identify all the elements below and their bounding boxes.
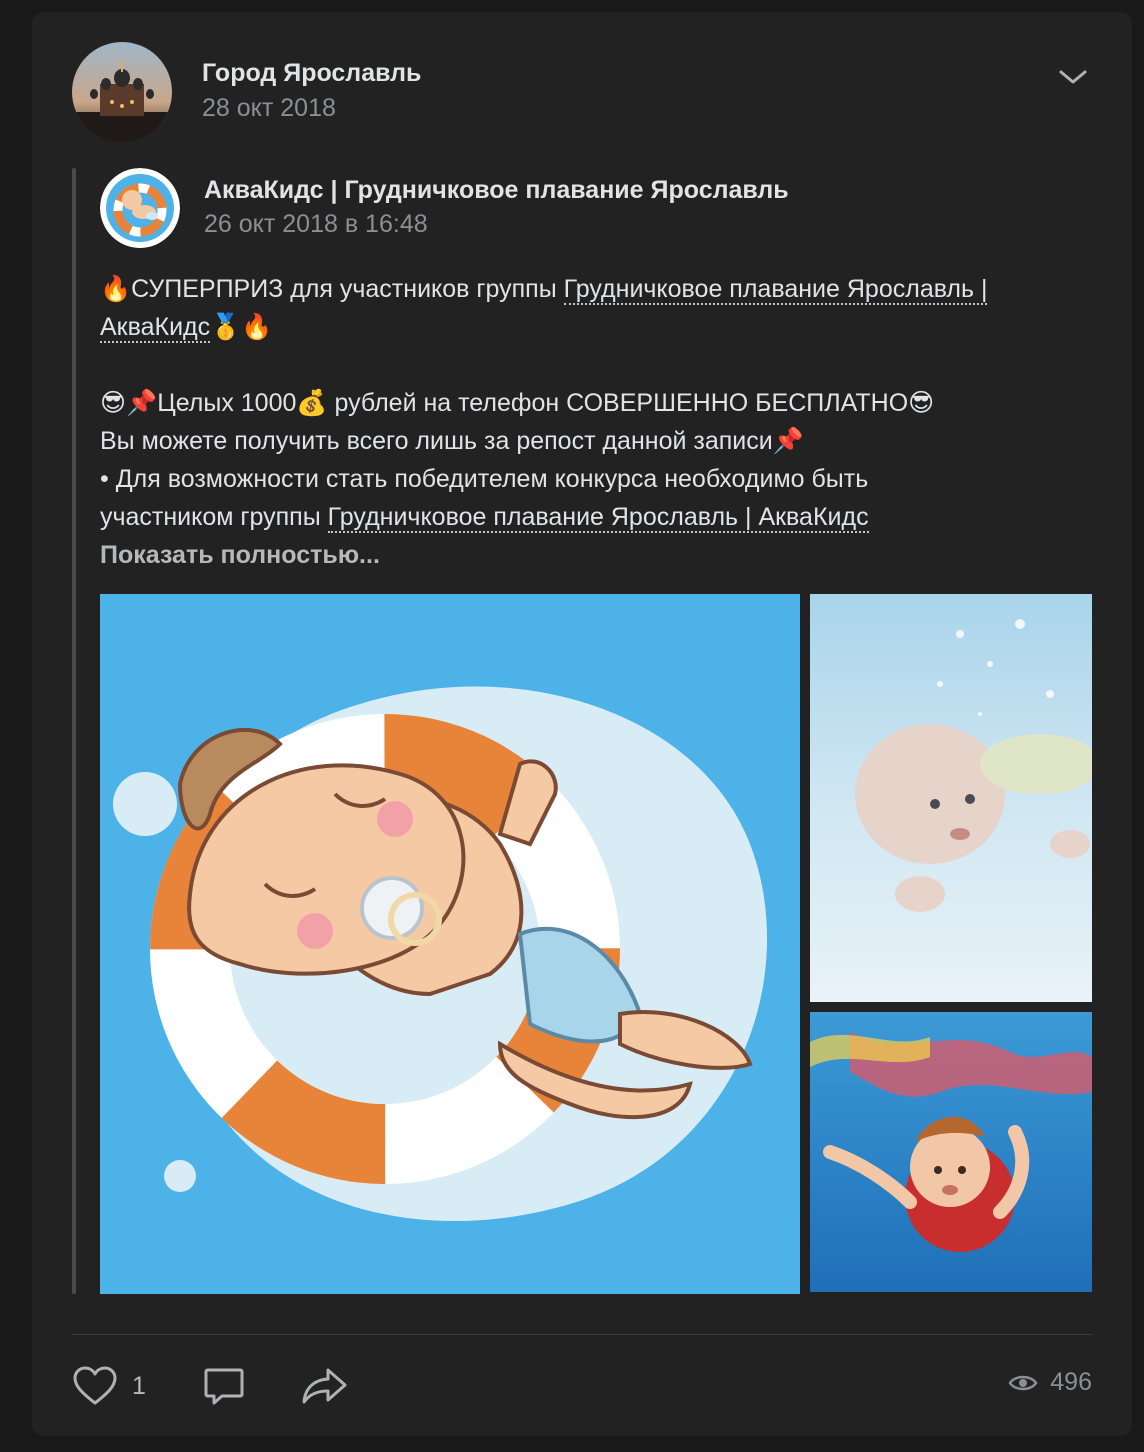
comment-button[interactable] (202, 1364, 246, 1408)
text-line: участником группы Грудничковое плавание … (100, 498, 1100, 536)
text-line: Вы можете получить всего лишь за репост … (100, 422, 1100, 460)
repost-indicator-bar (72, 168, 76, 1294)
group-link[interactable]: Грудничковое плавание Ярославль | (563, 275, 988, 305)
text-line: • Для возможности стать победителем конк… (100, 465, 869, 493)
author-name[interactable]: Город Ярославль (202, 59, 421, 88)
views-counter: 496 (1008, 1368, 1092, 1397)
author-avatar[interactable] (72, 42, 172, 142)
post-text: 🔥СУПЕРПРИЗ для участников группы Груднич… (100, 270, 1100, 574)
medal-emoji-icon: 🥇 (210, 313, 242, 341)
sunglasses-emoji-icon: 😎 (908, 389, 935, 417)
like-count: 1 (132, 1371, 146, 1400)
fire-emoji-icon: 🔥 (100, 275, 132, 303)
sunglasses-emoji-icon: 😎 (100, 389, 127, 417)
text-line: АкваКидс🥇 🔥 (100, 308, 1100, 346)
share-icon (302, 1368, 347, 1404)
share-button[interactable] (300, 1364, 350, 1408)
text-fragment: Вы можете получить всего лишь за репост … (100, 427, 773, 455)
cathedral-image (72, 42, 172, 142)
text-fragment: участником группы (100, 503, 328, 531)
repost-date[interactable]: 26 окт 2018 в 16:48 (204, 210, 428, 239)
post-photo-main[interactable] (100, 594, 800, 1294)
fire-emoji-icon: 🔥 (241, 313, 273, 341)
group-link[interactable]: Грудничковое плавание Ярославль | АкваКи… (327, 503, 869, 533)
like-button[interactable]: 1 (72, 1364, 146, 1408)
repost-avatar[interactable] (100, 168, 180, 248)
footer-divider (72, 1334, 1092, 1335)
show-more-link[interactable]: Показать полностью... (100, 536, 1100, 574)
text-fragment: рублей на телефон СОВЕРШЕННО БЕСПЛАТНО (327, 389, 909, 417)
pushpin-emoji-icon: 📌 (772, 427, 804, 455)
text-line: 😎 📌Целых 1000💰 рублей на телефон СОВЕРШЕ… (100, 384, 1100, 422)
text-fragment: Целых 1000 (157, 389, 297, 417)
comment-icon (204, 1368, 244, 1405)
eye-icon (1008, 1375, 1038, 1390)
post-photo-underwater-2[interactable] (810, 1012, 1092, 1292)
post-photo-underwater-1[interactable] (810, 594, 1092, 1002)
aquakids-logo-image (100, 168, 180, 248)
text-fragment: СУПЕРПРИЗ для участников группы (131, 275, 564, 303)
group-link[interactable]: АкваКидс (100, 313, 211, 343)
post-card: Город Ярославль 28 окт 2018 АкваКидс | Г… (32, 12, 1132, 1436)
heart-icon (73, 1366, 117, 1405)
post-date[interactable]: 28 окт 2018 (202, 94, 336, 123)
chevron-down-icon[interactable] (1056, 62, 1090, 92)
pushpin-emoji-icon: 📌 (126, 389, 158, 417)
text-line: 🔥СУПЕРПРИЗ для участников группы Груднич… (100, 270, 1100, 308)
repost-author-name[interactable]: АкваКидс | Грудничковое плавание Ярослав… (204, 176, 789, 205)
views-count: 496 (1050, 1368, 1092, 1396)
money-bag-emoji-icon: 💰 (296, 389, 328, 417)
